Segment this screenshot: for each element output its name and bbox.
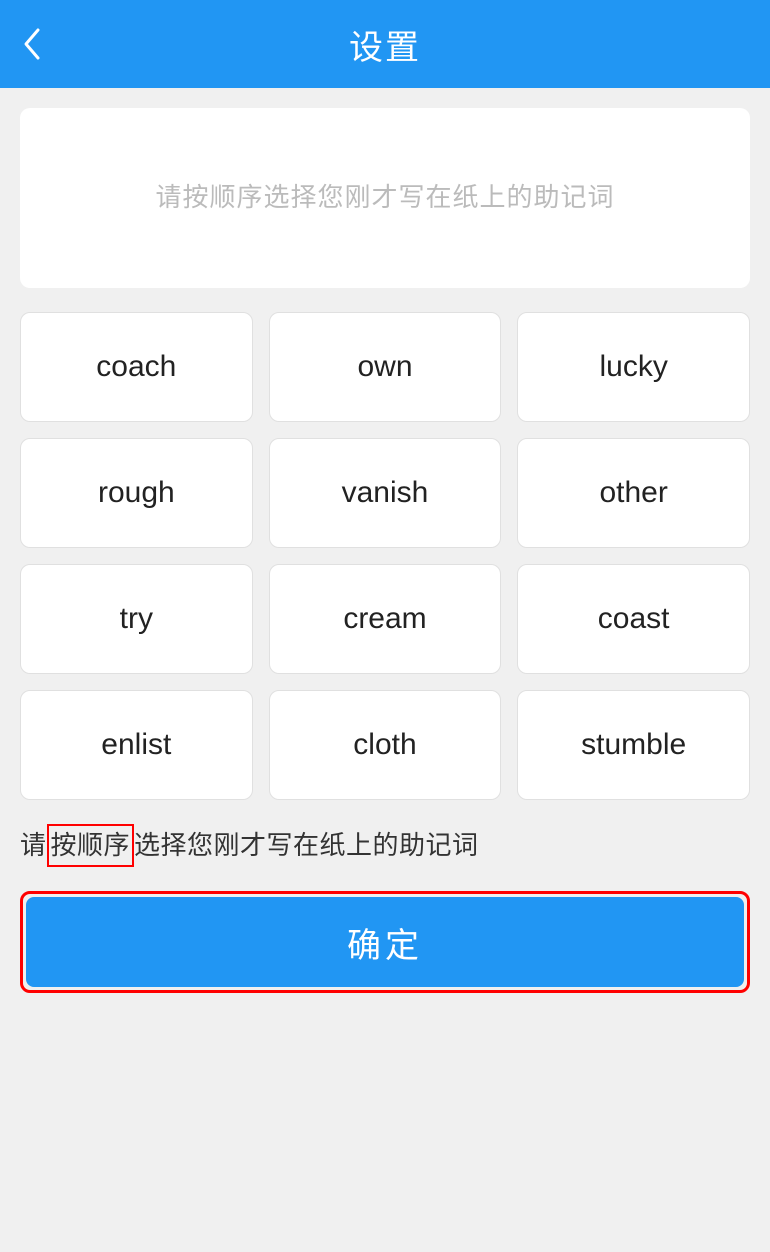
word-btn-rough[interactable]: rough bbox=[20, 438, 253, 548]
word-btn-coast[interactable]: coast bbox=[517, 564, 750, 674]
instruction-suffix: 选择您刚才写在纸上的助记词 bbox=[134, 830, 479, 860]
instruction-highlight: 按顺序 bbox=[47, 824, 135, 867]
main-content: 请按顺序选择您刚才写在纸上的助记词 coachownlucky roughvani… bbox=[0, 88, 770, 1252]
word-btn-try[interactable]: try bbox=[20, 564, 253, 674]
instruction-text: 请按顺序选择您刚才写在纸上的助记词 bbox=[20, 824, 750, 867]
word-btn-lucky[interactable]: lucky bbox=[517, 312, 750, 422]
word-btn-stumble[interactable]: stumble bbox=[517, 690, 750, 800]
page-title: 设置 bbox=[349, 20, 421, 69]
word-btn-cloth[interactable]: cloth bbox=[269, 690, 502, 800]
word-btn-cream[interactable]: cream bbox=[269, 564, 502, 674]
mnemonic-display-box: 请按顺序选择您刚才写在纸上的助记词 bbox=[20, 108, 750, 288]
word-btn-own[interactable]: own bbox=[269, 312, 502, 422]
app-header: 设置 bbox=[0, 0, 770, 88]
word-btn-coach[interactable]: coach bbox=[20, 312, 253, 422]
instruction-prefix: 请 bbox=[20, 830, 47, 860]
back-button[interactable] bbox=[20, 26, 44, 62]
confirm-button[interactable]: 确定 bbox=[26, 897, 744, 987]
word-btn-vanish[interactable]: vanish bbox=[269, 438, 502, 548]
mnemonic-placeholder-text: 请按顺序选择您刚才写在纸上的助记词 bbox=[155, 177, 614, 219]
words-grid: coachownlucky roughvanishother trycreamcoa… bbox=[20, 312, 750, 800]
word-btn-other[interactable]: other bbox=[517, 438, 750, 548]
word-btn-enlist[interactable]: enlist bbox=[20, 690, 253, 800]
confirm-button-wrapper: 确定 bbox=[20, 891, 750, 993]
